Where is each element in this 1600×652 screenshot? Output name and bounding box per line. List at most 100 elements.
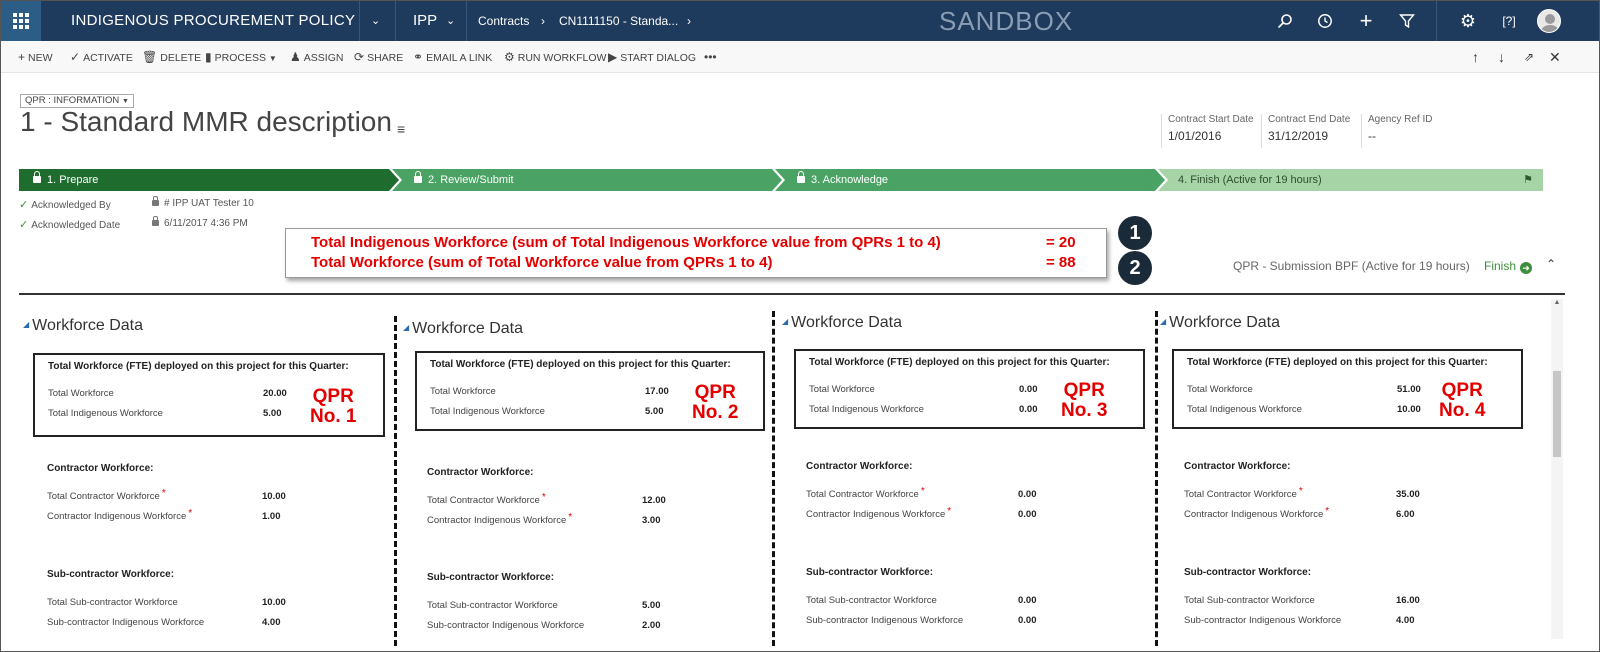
- qpr-column-2: ◢ Workforce Data Total Workforce (FTE) dep…: [399, 1, 779, 651]
- required-asterisk: *: [541, 492, 546, 503]
- total-subcontractor-workforce-label: Total Sub-contractor Workforce: [806, 595, 937, 606]
- total-contractor-workforce-label: Total Contractor Workforce *: [47, 488, 166, 502]
- subcontractor-workforce-heading: Sub-contractor Workforce:: [806, 567, 934, 578]
- qpr-number-tag: QPR No. 4: [1439, 381, 1485, 421]
- subcontractor-indigenous-workforce-label: Sub-contractor Indigenous Workforce: [1184, 615, 1342, 626]
- required-asterisk: *: [188, 508, 193, 519]
- total-subcontractor-workforce-label: Total Sub-contractor Workforce: [47, 597, 178, 608]
- total-contractor-workforce-value[interactable]: 10.00: [262, 491, 286, 502]
- total-workforce-value[interactable]: 17.00: [645, 386, 669, 397]
- contractor-workforce-heading: Contractor Workforce:: [1184, 461, 1291, 472]
- section-title-label: Workforce Data: [791, 314, 903, 331]
- qpr-tag-line: QPR: [1441, 380, 1483, 401]
- qpr-column-1: ◢ Workforce Data Total Workforce (FTE) dep…: [19, 1, 399, 651]
- required-asterisk: *: [947, 506, 952, 517]
- total-indigenous-workforce-value[interactable]: 10.00: [1397, 404, 1421, 415]
- section-title[interactable]: ◢ Workforce Data: [403, 320, 523, 338]
- subcontractor-workforce-heading: Sub-contractor Workforce:: [427, 572, 555, 583]
- qpr-number-tag: QPR No. 2: [692, 383, 738, 423]
- total-workforce-value[interactable]: 20.00: [263, 388, 287, 399]
- section-title[interactable]: ◢ Workforce Data: [1160, 314, 1280, 332]
- contractor-indigenous-workforce-value[interactable]: 1.00: [262, 511, 281, 522]
- qpr-tag-number: No. 2: [692, 402, 739, 423]
- total-contractor-workforce-value[interactable]: 0.00: [1018, 489, 1037, 500]
- collapse-chevron-up-icon[interactable]: ⌃: [1546, 257, 1556, 271]
- total-subcontractor-workforce-value[interactable]: 10.00: [262, 597, 286, 608]
- qpr-tag-number: No. 4: [1439, 400, 1486, 421]
- section-title[interactable]: ◢ Workforce Data: [23, 317, 143, 335]
- subcontractor-indigenous-workforce-value[interactable]: 4.00: [262, 617, 281, 628]
- scroll-up-arrow-icon[interactable]: ▲: [1551, 299, 1563, 311]
- total-indigenous-workforce-label: Total Indigenous Workforce: [430, 406, 545, 417]
- total-workforce-label: Total Workforce: [1187, 384, 1253, 395]
- quarter-totals-heading: Total Workforce (FTE) deployed on this p…: [1187, 357, 1488, 368]
- total-subcontractor-workforce-value[interactable]: 0.00: [1018, 595, 1037, 606]
- field-label-text: Total Contractor Workforce: [806, 489, 919, 500]
- section-collapse-triangle-icon[interactable]: ◢: [23, 320, 29, 329]
- required-asterisk: *: [161, 488, 166, 499]
- qpr-tag-line: QPR: [312, 386, 354, 407]
- total-indigenous-workforce-value[interactable]: 5.00: [645, 406, 664, 417]
- quarter-totals-box: Total Workforce (FTE) deployed on this p…: [1172, 349, 1523, 429]
- contractor-indigenous-workforce-value[interactable]: 3.00: [642, 515, 661, 526]
- vertical-scrollbar[interactable]: ▲: [1551, 299, 1563, 639]
- qpr-column-3: ◢ Workforce Data Total Workforce (FTE) dep…: [778, 1, 1158, 651]
- subcontractor-indigenous-workforce-value[interactable]: 4.00: [1396, 615, 1415, 626]
- qpr-tag-number: No. 3: [1061, 400, 1108, 421]
- section-collapse-triangle-icon[interactable]: ◢: [782, 317, 788, 326]
- required-asterisk: *: [568, 512, 573, 523]
- total-workforce-value[interactable]: 0.00: [1019, 384, 1038, 395]
- quarter-totals-box: Total Workforce (FTE) deployed on this p…: [33, 353, 385, 437]
- section-title-label: Workforce Data: [1169, 314, 1281, 331]
- field-label-text: Contractor Indigenous Workforce: [806, 509, 946, 520]
- subcontractor-indigenous-workforce-label: Sub-contractor Indigenous Workforce: [47, 617, 205, 628]
- total-contractor-workforce-label: Total Contractor Workforce *: [806, 486, 925, 500]
- field-label-text: Contractor Indigenous Workforce: [47, 511, 187, 522]
- contractor-indigenous-workforce-label: Contractor Indigenous Workforce *: [47, 508, 193, 522]
- field-label-text: Total Contractor Workforce: [47, 491, 160, 502]
- quarter-totals-heading: Total Workforce (FTE) deployed on this p…: [809, 357, 1110, 368]
- field-label-text: Total Contractor Workforce: [1184, 489, 1297, 500]
- quarter-totals-heading: Total Workforce (FTE) deployed on this p…: [430, 359, 731, 370]
- quarter-totals-box: Total Workforce (FTE) deployed on this p…: [794, 349, 1145, 429]
- subcontractor-indigenous-workforce-label: Sub-contractor Indigenous Workforce: [806, 615, 964, 626]
- total-subcontractor-workforce-value[interactable]: 16.00: [1396, 595, 1420, 606]
- required-asterisk: *: [1325, 506, 1330, 517]
- total-indigenous-workforce-label: Total Indigenous Workforce: [809, 404, 924, 415]
- total-indigenous-workforce-label: Total Indigenous Workforce: [1187, 404, 1302, 415]
- qpr-column-4: ◢ Workforce Data Total Workforce (FTE) dep…: [1156, 1, 1536, 651]
- total-subcontractor-workforce-value[interactable]: 5.00: [642, 600, 661, 611]
- quarter-totals-box: Total Workforce (FTE) deployed on this p…: [415, 351, 765, 431]
- contractor-indigenous-workforce-value[interactable]: 0.00: [1018, 509, 1037, 520]
- total-contractor-workforce-value[interactable]: 35.00: [1396, 489, 1420, 500]
- quarter-totals-heading: Total Workforce (FTE) deployed on this p…: [48, 361, 349, 372]
- field-label-text: Contractor Indigenous Workforce: [427, 515, 567, 526]
- subcontractor-indigenous-workforce-label: Sub-contractor Indigenous Workforce: [427, 620, 585, 631]
- close-icon[interactable]: ✕: [1549, 41, 1561, 73]
- subcontractor-indigenous-workforce-value[interactable]: 0.00: [1018, 615, 1037, 626]
- qpr-tag-line: QPR: [694, 382, 736, 403]
- subcontractor-workforce-heading: Sub-contractor Workforce:: [47, 569, 175, 580]
- scrollbar-thumb[interactable]: [1553, 371, 1561, 457]
- section-title[interactable]: ◢ Workforce Data: [782, 314, 902, 332]
- contractor-indigenous-workforce-label: Contractor Indigenous Workforce *: [1184, 506, 1330, 520]
- field-label-text: Contractor Indigenous Workforce: [1184, 509, 1324, 520]
- qpr-tag-line: QPR: [1063, 380, 1105, 401]
- section-collapse-triangle-icon[interactable]: ◢: [1160, 317, 1166, 326]
- contractor-indigenous-workforce-value[interactable]: 6.00: [1396, 509, 1415, 520]
- total-contractor-workforce-label: Total Contractor Workforce *: [1184, 486, 1303, 500]
- total-indigenous-workforce-value[interactable]: 5.00: [263, 408, 282, 419]
- required-asterisk: *: [1298, 486, 1303, 497]
- section-title-label: Workforce Data: [32, 317, 144, 334]
- section-title-label: Workforce Data: [412, 320, 524, 337]
- subcontractor-workforce-heading: Sub-contractor Workforce:: [1184, 567, 1312, 578]
- subcontractor-indigenous-workforce-value[interactable]: 2.00: [642, 620, 661, 631]
- total-workforce-value[interactable]: 51.00: [1397, 384, 1421, 395]
- total-contractor-workforce-label: Total Contractor Workforce *: [427, 492, 546, 506]
- qpr-number-tag: QPR No. 1: [310, 387, 356, 427]
- total-subcontractor-workforce-label: Total Sub-contractor Workforce: [427, 600, 558, 611]
- total-subcontractor-workforce-label: Total Sub-contractor Workforce: [1184, 595, 1315, 606]
- total-contractor-workforce-value[interactable]: 12.00: [642, 495, 666, 506]
- total-indigenous-workforce-value[interactable]: 0.00: [1019, 404, 1038, 415]
- section-collapse-triangle-icon[interactable]: ◢: [403, 323, 409, 332]
